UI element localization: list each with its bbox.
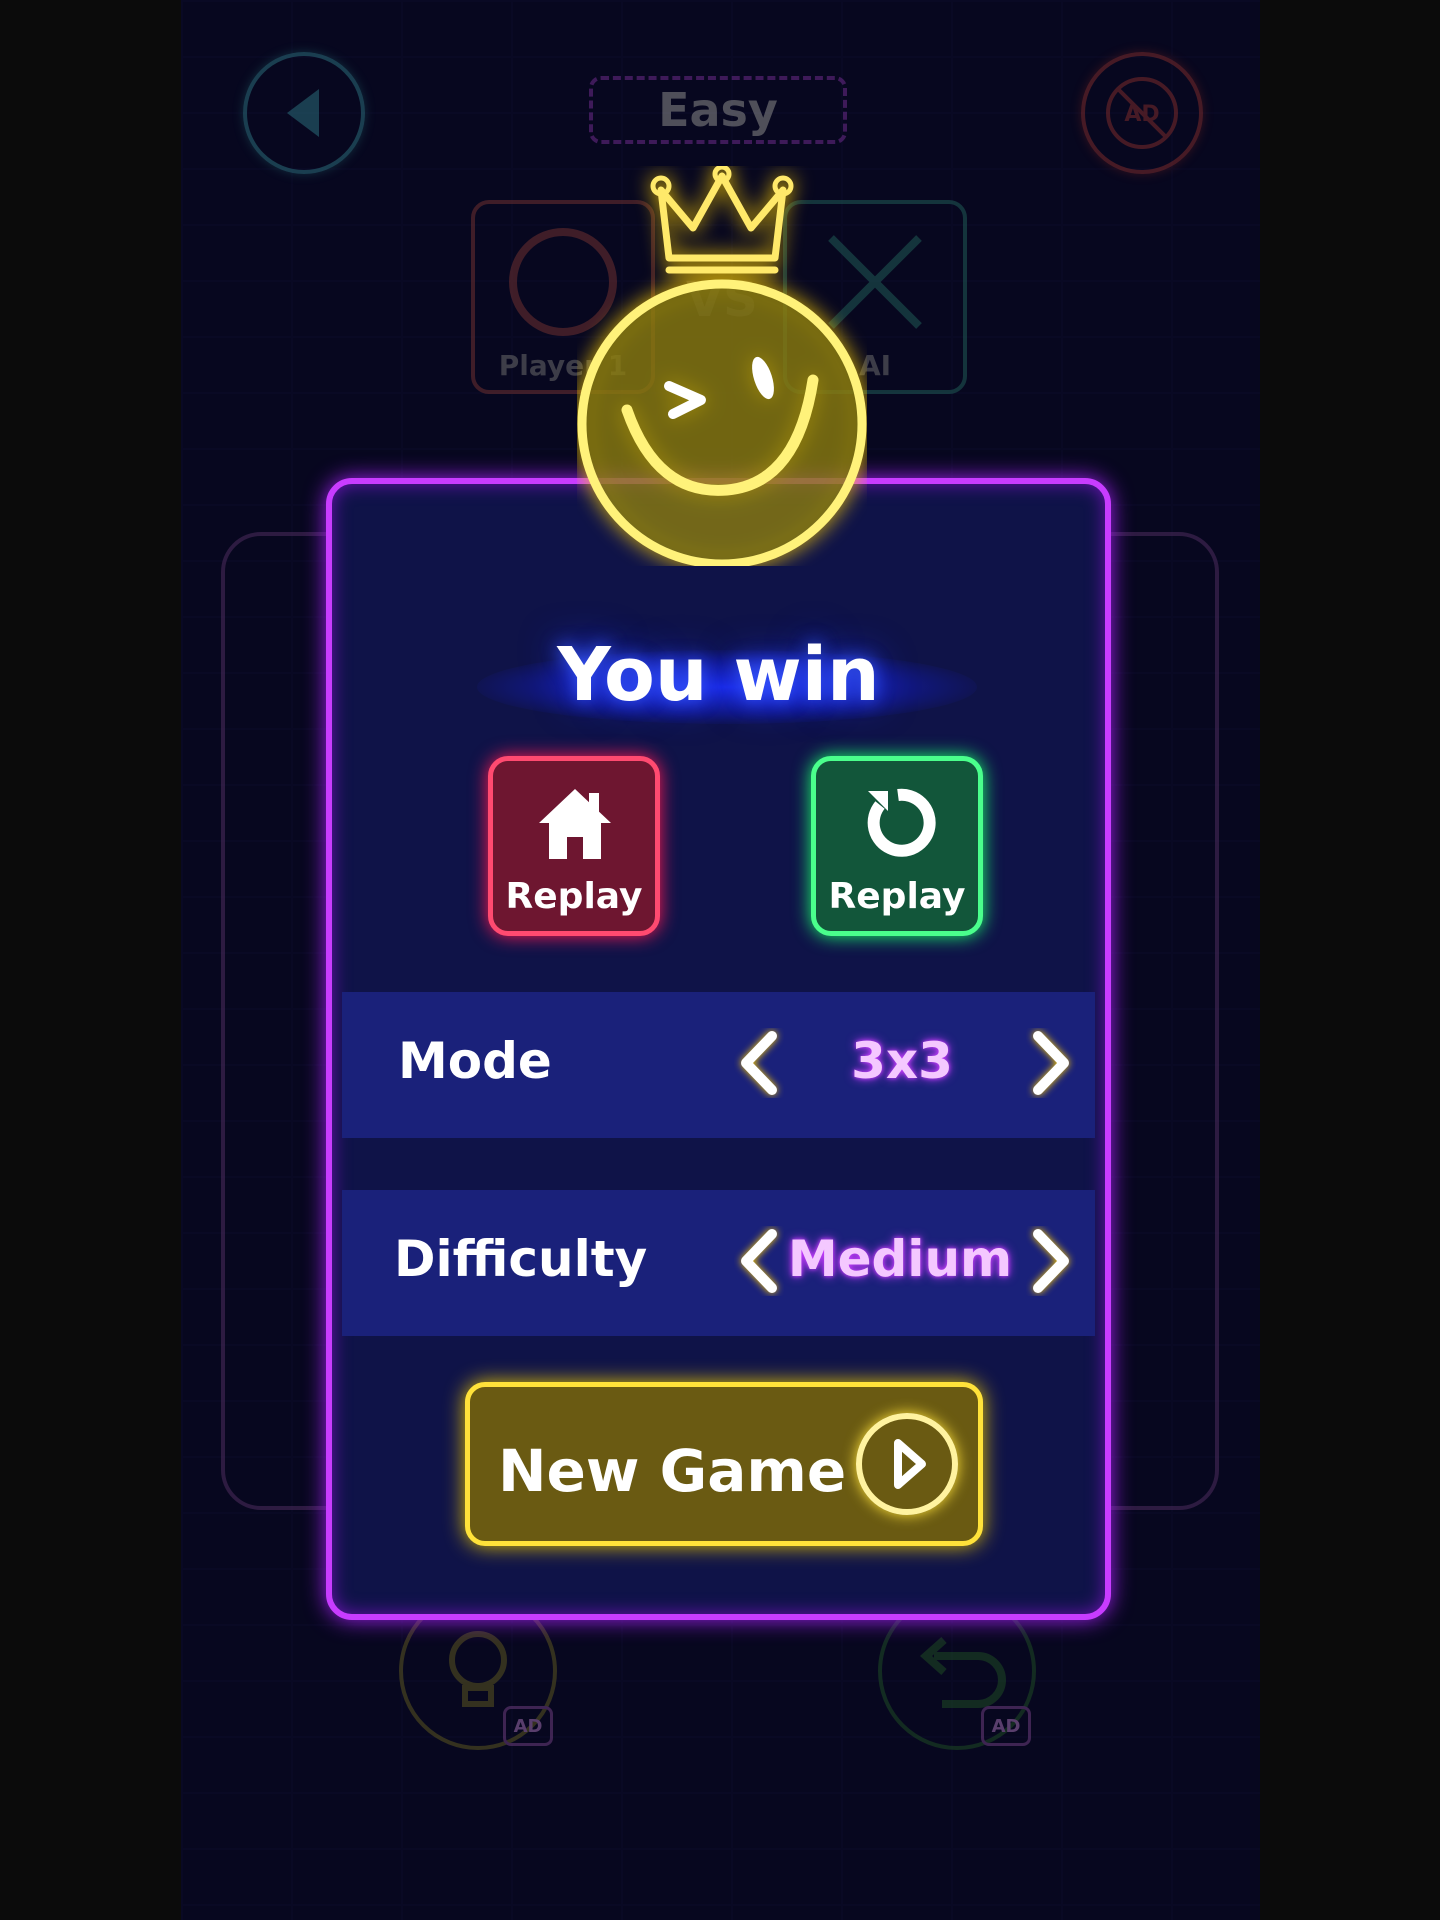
- no-ads-button[interactable]: AD: [1081, 52, 1203, 174]
- no-ads-icon: AD: [1106, 77, 1178, 149]
- mode-label: Mode: [398, 1032, 552, 1090]
- mode-prev-chevron-icon[interactable]: [734, 1028, 784, 1098]
- result-title: You win: [557, 632, 880, 718]
- replay-button-label: Replay: [828, 876, 966, 917]
- undo-ad-tag: AD: [981, 1706, 1031, 1746]
- mode-row: Mode 3x3: [342, 992, 1095, 1138]
- difficulty-row: Difficulty Medium: [342, 1190, 1095, 1336]
- home-icon: [539, 789, 611, 859]
- new-game-button[interactable]: New Game: [465, 1382, 983, 1546]
- no-ads-text: AD: [1124, 102, 1159, 127]
- hint-ad-tag: AD: [503, 1706, 553, 1746]
- difficulty-value: Medium: [787, 1230, 1013, 1288]
- winking-smiley-crown-icon: [577, 166, 867, 566]
- difficulty-next-chevron-icon[interactable]: [1026, 1226, 1076, 1296]
- mode-value: 3x3: [851, 1032, 953, 1090]
- level-label: Easy: [589, 76, 847, 144]
- difficulty-label: Difficulty: [394, 1230, 648, 1288]
- restart-icon: [867, 788, 936, 857]
- result-dialog: You win Replay Replay Mode 3x3 Difficult…: [326, 478, 1111, 1620]
- mode-next-chevron-icon[interactable]: [1026, 1028, 1076, 1098]
- difficulty-prev-chevron-icon[interactable]: [734, 1226, 784, 1296]
- home-button[interactable]: Replay: [488, 756, 660, 936]
- back-arrow-icon: [287, 89, 319, 137]
- home-button-label: Replay: [505, 876, 643, 917]
- game-screen: Easy AD Player 1 VS AI: [181, 0, 1260, 1920]
- replay-button[interactable]: Replay: [811, 756, 983, 936]
- back-button[interactable]: [243, 52, 365, 174]
- play-icon: [856, 1413, 958, 1515]
- new-game-label: New Game: [498, 1437, 847, 1505]
